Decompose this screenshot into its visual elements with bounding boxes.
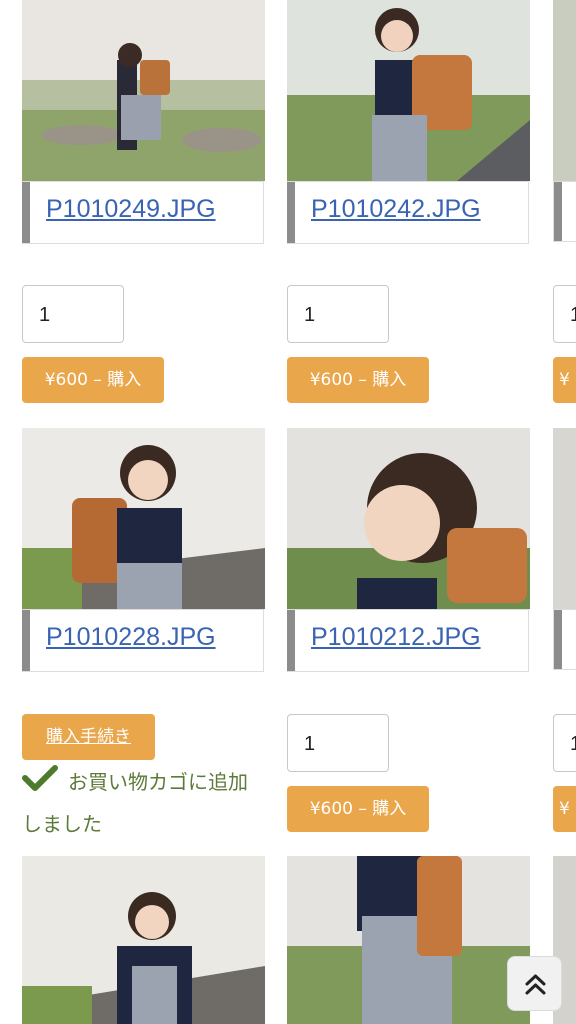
product-photo[interactable] <box>287 0 530 181</box>
buy-button[interactable]: ¥ <box>553 786 576 832</box>
quantity-input[interactable]: 1 <box>287 285 389 343</box>
buy-button[interactable]: ¥600 – 購入 <box>22 357 164 403</box>
product-photo[interactable] <box>287 428 530 609</box>
quantity-input[interactable]: 1 <box>22 285 124 343</box>
checkout-button[interactable]: 購入手続き <box>22 714 155 760</box>
buy-button[interactable]: ¥600 – 購入 <box>287 357 429 403</box>
title-accent-bar <box>22 182 30 243</box>
product-title-box: P1010242.JPG <box>287 181 529 244</box>
title-accent-bar <box>554 182 562 241</box>
added-to-cart-message: お買い物カゴに追加しました <box>22 762 262 844</box>
title-accent-bar <box>287 610 295 671</box>
scroll-to-top-button[interactable] <box>507 956 562 1011</box>
buy-button[interactable]: ¥600 – 購入 <box>287 786 429 832</box>
product-photo[interactable] <box>22 428 265 609</box>
title-accent-bar <box>22 610 30 671</box>
product-title-link[interactable]: P1010228.JPG <box>46 623 216 652</box>
product-photo[interactable] <box>553 428 576 609</box>
product-title-link[interactable]: P1010242.JPG <box>311 195 481 224</box>
product-title-box: P1010249.JPG <box>22 181 264 244</box>
title-accent-bar <box>287 182 295 243</box>
product-photo[interactable] <box>287 856 530 1024</box>
product-title-link[interactable]: P1010212.JPG <box>311 623 481 652</box>
product-photo[interactable] <box>22 856 265 1024</box>
buy-button[interactable]: ¥ <box>553 357 576 403</box>
product-title-box: P1010212.JPG <box>287 609 529 672</box>
quantity-input[interactable]: 1 <box>553 285 576 343</box>
product-title-box: P1010228.JPG <box>22 609 264 672</box>
title-accent-bar <box>554 610 562 669</box>
checkmark-icon <box>22 764 58 804</box>
quantity-input[interactable]: 1 <box>287 714 389 772</box>
product-photo[interactable] <box>22 0 265 181</box>
product-title-box <box>553 609 576 670</box>
product-title-box <box>553 181 576 242</box>
quantity-input[interactable]: 1 <box>553 714 576 772</box>
product-title-link[interactable]: P1010249.JPG <box>46 195 216 224</box>
product-photo[interactable] <box>553 0 576 181</box>
